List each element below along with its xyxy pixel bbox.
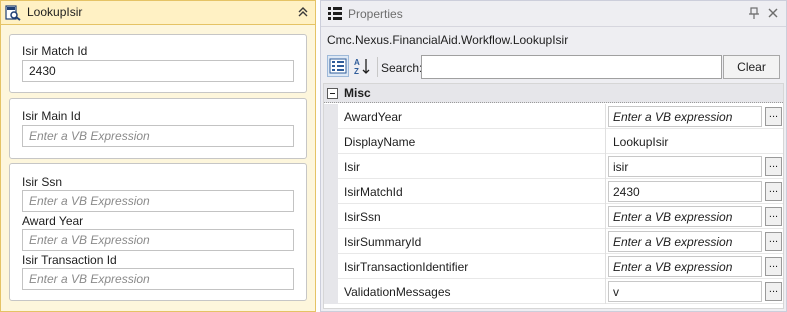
property-row[interactable]: IsirSsn Enter a VB expression...: [324, 204, 783, 229]
property-value[interactable]: v: [608, 281, 762, 302]
property-value-cell: Enter a VB expression...: [605, 254, 783, 279]
property-value[interactable]: Enter a VB expression: [608, 106, 762, 127]
svg-text:Z: Z: [354, 67, 359, 76]
property-row-gutter: [324, 154, 338, 179]
ellipsis-button[interactable]: ...: [765, 182, 782, 201]
activity-header[interactable]: LookupIsir: [1, 1, 315, 25]
property-row-gutter: [324, 104, 338, 129]
property-row[interactable]: Isir isir...: [324, 154, 783, 179]
property-name: IsirSummaryId: [344, 235, 422, 249]
property-value-cell: 2430...: [605, 179, 783, 204]
property-row[interactable]: IsirSummaryId Enter a VB expression...: [324, 229, 783, 254]
ellipsis-button[interactable]: ...: [765, 282, 782, 301]
ellipsis-button[interactable]: ...: [765, 107, 782, 126]
isir-main-id-group: Isir Main Id: [9, 98, 307, 159]
property-name: AwardYear: [344, 110, 403, 124]
property-row-gutter: [324, 254, 338, 279]
property-value[interactable]: Enter a VB expression: [608, 231, 762, 252]
categorized-view-button[interactable]: [327, 55, 349, 77]
property-value-cell: LookupIsir: [605, 129, 783, 154]
award-year-input[interactable]: [22, 229, 294, 251]
property-value[interactable]: Enter a VB expression: [608, 256, 762, 277]
activity-title: LookupIsir: [27, 5, 83, 19]
svg-text:A: A: [354, 58, 360, 67]
sort-az-icon: A Z: [354, 58, 370, 76]
properties-toolbar: A Z Search: Clear: [321, 53, 786, 81]
toolbar-separator: [377, 57, 378, 77]
properties-panel: Properties Cmc.Nexus.FinancialAid.Workfl…: [320, 0, 787, 312]
collapse-chevron-icon[interactable]: [295, 4, 311, 20]
property-name: IsirMatchId: [344, 185, 403, 199]
property-value[interactable]: isir: [608, 156, 762, 177]
ellipsis-button[interactable]: ...: [765, 257, 782, 276]
award-year-label: Award Year: [22, 214, 84, 228]
property-row-gutter: [324, 204, 338, 229]
property-row[interactable]: IsirTransactionIdentifier Enter a VB expr…: [324, 254, 783, 279]
property-row-gutter: [324, 179, 338, 204]
isir-transaction-id-input[interactable]: [22, 268, 294, 290]
property-name: IsirTransactionIdentifier: [344, 260, 469, 274]
isir-transaction-id-label: Isir Transaction Id: [22, 253, 117, 267]
property-value[interactable]: 2430: [608, 181, 762, 202]
property-row[interactable]: AwardYear Enter a VB expression...: [324, 104, 783, 129]
property-value-cell: Enter a VB expression...: [605, 229, 783, 254]
ellipsis-button[interactable]: ...: [765, 232, 782, 251]
property-name: Isir: [344, 160, 360, 174]
properties-title: Properties: [348, 7, 403, 21]
close-icon[interactable]: [766, 6, 780, 20]
clear-button[interactable]: Clear: [723, 55, 780, 79]
isir-main-id-label: Isir Main Id: [22, 109, 81, 123]
categorized-icon: [329, 58, 347, 74]
property-value-cell: v...: [605, 279, 783, 304]
collapse-category-icon[interactable]: [327, 88, 338, 99]
properties-titlebar[interactable]: Properties: [321, 1, 786, 27]
property-value[interactable]: LookupIsir: [608, 131, 762, 152]
isir-details-group: Isir Ssn Award Year Isir Transaction Id: [9, 163, 307, 301]
properties-list-icon: [328, 7, 342, 20]
isir-match-id-label: Isir Match Id: [22, 44, 88, 58]
property-row[interactable]: IsirMatchId 2430...: [324, 179, 783, 204]
property-value-cell: Enter a VB expression...: [605, 104, 783, 129]
property-row-gutter: [324, 279, 338, 304]
property-row[interactable]: DisplayName LookupIsir: [324, 129, 783, 154]
isir-ssn-label: Isir Ssn: [22, 175, 63, 189]
property-row[interactable]: ValidationMessages v...: [324, 279, 783, 304]
property-name: IsirSsn: [344, 210, 381, 224]
search-label: Search:: [381, 61, 423, 75]
pin-icon[interactable]: [747, 6, 761, 20]
property-value-cell: isir...: [605, 154, 783, 179]
search-document-icon: [5, 5, 21, 21]
property-name: DisplayName: [344, 135, 416, 149]
property-row-gutter: [324, 229, 338, 254]
ellipsis-button[interactable]: ...: [765, 207, 782, 226]
property-row-gutter: [324, 129, 338, 154]
isir-ssn-input[interactable]: [22, 190, 294, 212]
category-label: Misc: [344, 86, 371, 100]
alphabetical-sort-button[interactable]: A Z: [351, 55, 373, 77]
property-grid: Misc AwardYear Enter a VB expression... Di…: [323, 83, 784, 309]
isir-main-id-input[interactable]: [22, 125, 294, 147]
property-name: ValidationMessages: [344, 285, 451, 299]
property-value[interactable]: Enter a VB expression: [608, 206, 762, 227]
isir-match-id-group: Isir Match Id: [9, 34, 307, 93]
search-input[interactable]: [421, 55, 722, 79]
category-misc[interactable]: Misc: [324, 84, 783, 103]
ellipsis-button[interactable]: ...: [765, 157, 782, 176]
activity-designer: LookupIsir Isir Match Id Isir Main Id Is…: [0, 0, 316, 312]
property-value-cell: Enter a VB expression...: [605, 204, 783, 229]
selected-object-name: Cmc.Nexus.FinancialAid.Workflow.LookupIs…: [327, 33, 569, 47]
isir-match-id-input[interactable]: [22, 60, 294, 82]
